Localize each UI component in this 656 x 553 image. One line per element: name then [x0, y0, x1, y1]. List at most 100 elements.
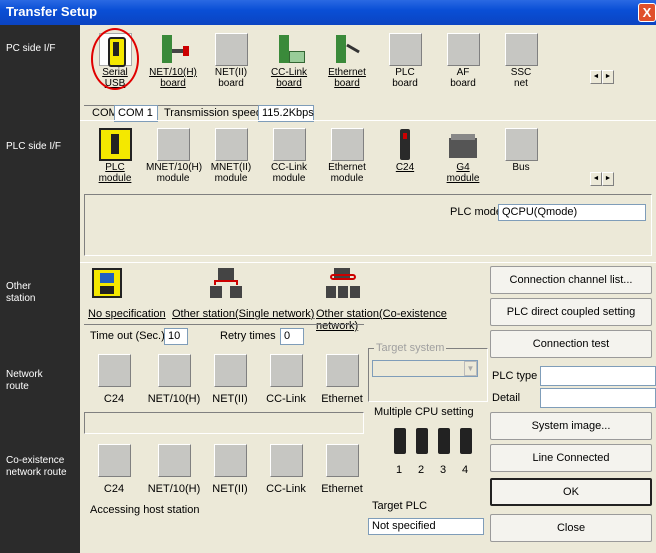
- label-coexistence-route: Co-existence network route: [6, 455, 67, 478]
- label-other-station: Other station: [6, 281, 36, 304]
- mnet10h-module-icon: [156, 128, 190, 161]
- window-title: Transfer Setup: [6, 4, 98, 19]
- other-item-coexistence-network[interactable]: [326, 268, 360, 298]
- coex-route-ethernet-icon: [325, 444, 359, 477]
- coex-route-cclink[interactable]: CC-Link: [256, 444, 316, 495]
- ok-button[interactable]: OK: [490, 478, 652, 506]
- connection-channel-list-button[interactable]: Connection channel list...: [490, 266, 652, 294]
- coex-route-c24-icon: [97, 444, 131, 477]
- coex-route-ethernet[interactable]: Ethernet: [312, 444, 372, 495]
- net-route-cclink[interactable]: CC-Link: [256, 354, 316, 405]
- coexistence-status: Accessing host station: [90, 504, 200, 516]
- system-image-button[interactable]: System image...: [490, 412, 652, 440]
- g4-module-icon: [447, 128, 480, 161]
- cclink-board-icon: [273, 33, 306, 66]
- plc-board-icon: [388, 33, 422, 66]
- cpu-4-icon[interactable]: [460, 428, 472, 454]
- pc-item-ssc-net[interactable]: SSC net: [494, 33, 548, 89]
- cpu-1-icon[interactable]: [394, 428, 406, 454]
- timeout-label: Time out (Sec.): [90, 330, 165, 342]
- cpu-4-label: 4: [462, 464, 469, 476]
- plc-direct-coupled-button[interactable]: PLC direct coupled setting: [490, 298, 652, 326]
- retry-times-field[interactable]: 0: [280, 328, 304, 345]
- coex-route-netii-icon: [213, 444, 247, 477]
- network-route-detail: [84, 412, 364, 434]
- net10h-board-icon: [157, 33, 190, 66]
- other-station-panel: No specification Other station(Single ne…: [80, 262, 656, 352]
- ethernet-board-icon: [331, 33, 364, 66]
- net-route-net10h[interactable]: NET/10(H): [144, 354, 204, 405]
- pc-scroll-right-button[interactable]: ►: [602, 70, 614, 84]
- plc-item-ethernet-module[interactable]: Ethernet module: [320, 128, 374, 184]
- net-route-netii-icon: [213, 354, 247, 387]
- net-route-c24-icon: [97, 354, 131, 387]
- target-plc-field[interactable]: Not specified: [368, 518, 484, 535]
- other-item-no-specification[interactable]: [92, 268, 172, 298]
- no-specification-link[interactable]: No specification: [88, 308, 166, 320]
- transmission-speed-label: Transmission speed: [164, 107, 263, 119]
- connection-test-button[interactable]: Connection test: [490, 330, 652, 358]
- target-system-select[interactable]: [372, 360, 478, 377]
- plc-item-plc-module[interactable]: PLC module: [88, 128, 142, 184]
- coex-route-net10h[interactable]: NET/10(H): [144, 444, 204, 495]
- pc-item-plc-board[interactable]: PLC board: [378, 33, 432, 89]
- no-specification-icon: [92, 268, 122, 298]
- plc-item-mnetii-module[interactable]: MNET(II) module: [204, 128, 258, 184]
- coexistence-network-icon: [326, 268, 360, 298]
- coexistence-network-link[interactable]: Other station(Co-existence network): [316, 308, 490, 332]
- pc-item-af-board[interactable]: AF board: [436, 33, 490, 89]
- plc-type-label: PLC type: [492, 370, 538, 382]
- title-bar: Transfer Setup X: [0, 0, 656, 25]
- right-panel: Connection channel list... PLC direct co…: [488, 262, 656, 553]
- plc-scroll-left-button[interactable]: ◄: [590, 172, 602, 186]
- plc-item-c24[interactable]: C24: [378, 128, 432, 173]
- target-system-group: Target system ▼: [366, 342, 488, 404]
- target-system-label: Target system: [374, 342, 447, 354]
- plc-type-field[interactable]: [540, 366, 656, 386]
- plc-item-cclink-module[interactable]: CC-Link module: [262, 128, 316, 184]
- multi-cpu-group: Multiple CPU setting 1 2 3 4 Target PLC …: [366, 404, 488, 544]
- target-plc-label: Target PLC: [372, 500, 428, 512]
- cpu-2-label: 2: [418, 464, 425, 476]
- net-route-ethernet-icon: [325, 354, 359, 387]
- detail-field[interactable]: [540, 388, 656, 408]
- single-network-link[interactable]: Other station(Single network): [172, 308, 314, 320]
- pc-item-netii-board[interactable]: NET(II) board: [204, 33, 258, 89]
- plc-mode-field[interactable]: QCPU(Qmode): [498, 204, 646, 221]
- plc-scroll-right-button[interactable]: ►: [602, 172, 614, 186]
- plc-item-mnet10h-module[interactable]: MNET/10(H) module: [146, 128, 202, 184]
- timeout-field[interactable]: 10: [164, 328, 188, 345]
- plc-module-icon: [98, 128, 132, 161]
- highlight-circle: [91, 28, 139, 90]
- pc-scroll-left-button[interactable]: ◄: [590, 70, 602, 84]
- pc-item-ethernet-board[interactable]: Ethernet board: [320, 33, 374, 89]
- pc-item-cclink-board[interactable]: CC-Link board: [262, 33, 316, 89]
- close-button[interactable]: X: [638, 3, 656, 22]
- pc-item-net10h-board[interactable]: NET/10(H) board: [146, 33, 200, 89]
- ethernet-module-icon: [330, 128, 364, 161]
- netii-board-icon: [214, 33, 248, 66]
- transfer-setup-window: Transfer Setup X PC side I/F PLC side I/…: [0, 0, 656, 553]
- line-connected-button[interactable]: Line Connected (Q/A6TEL,C24)...: [490, 444, 652, 490]
- single-network-icon: [210, 268, 244, 298]
- net-route-netii[interactable]: NET(II): [200, 354, 260, 405]
- plc-item-bus[interactable]: Bus: [494, 128, 548, 173]
- cpu-3-icon[interactable]: [438, 428, 450, 454]
- coex-route-c24[interactable]: C24: [84, 444, 144, 495]
- cpu-2-icon[interactable]: [416, 428, 428, 454]
- net-route-c24[interactable]: C24: [84, 354, 144, 405]
- plc-item-g4-module[interactable]: G4 module: [436, 128, 490, 184]
- network-route-panel: C24 NET/10(H) NET(II) CC-Link Ethernet: [80, 352, 366, 438]
- coex-route-cclink-icon: [269, 444, 303, 477]
- coex-route-netii[interactable]: NET(II): [200, 444, 260, 495]
- close-dialog-button[interactable]: Close: [490, 514, 652, 542]
- sidebar: PC side I/F PLC side I/F Other station N…: [0, 25, 80, 553]
- net-route-ethernet[interactable]: Ethernet: [312, 354, 372, 405]
- net-route-cclink-icon: [269, 354, 303, 387]
- coex-route-net10h-icon: [157, 444, 191, 477]
- detail-label: Detail: [492, 392, 521, 404]
- label-pc-side: PC side I/F: [6, 43, 56, 54]
- other-item-single-network[interactable]: [210, 268, 244, 298]
- plc-mode-label: PLC mode: [450, 206, 502, 218]
- label-network-route: Network route: [6, 369, 43, 392]
